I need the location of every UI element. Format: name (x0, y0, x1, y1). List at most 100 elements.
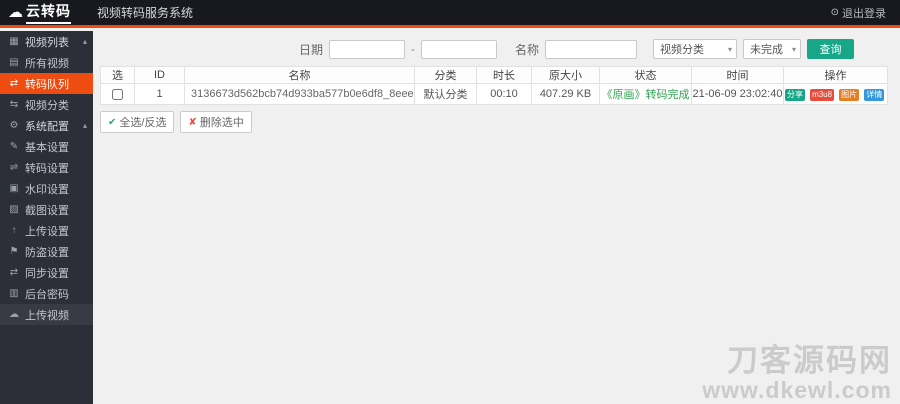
col-id: ID (134, 66, 185, 84)
results-table-wrap: 选 ID 名称 分类 时长 原大小 状态 时间 操作 1 3136673d562… (100, 66, 888, 105)
sidebar-item-watermark-settings[interactable]: ▣ 水印设置 (0, 178, 93, 199)
transcode-queue-icon: ⇄ (9, 78, 19, 89)
results-table: 选 ID 名称 分类 时长 原大小 状态 时间 操作 1 3136673d562… (100, 66, 888, 105)
sidebar-item-transcode-queue[interactable]: ⇄ 转码队列 (0, 73, 93, 94)
sidebar-item-basic-settings[interactable]: ✎ 基本设置 (0, 136, 93, 157)
flag-icon: ⚑ (9, 246, 19, 257)
row-id: 1 (134, 83, 185, 105)
category-select-value: 视频分类 (660, 44, 705, 56)
sidebar-item-label: 后台密码 (25, 288, 69, 301)
main-content: 日期 - 名称 视频分类 ▾ 未完成 ▾ 查询 选 ID 名称 分类 时长 原大… (93, 31, 900, 404)
chevron-down-icon: ▾ (792, 44, 797, 54)
col-status: 状态 (599, 66, 692, 84)
col-duration: 时长 (476, 66, 532, 84)
sidebar-item-label: 视频分类 (25, 99, 69, 112)
date-to-input[interactable] (421, 39, 498, 59)
sidebar-item-snapshot-settings[interactable]: ▨ 截图设置 (0, 199, 93, 220)
sidebar-item-label: 同步设置 (25, 267, 69, 280)
sidebar-item-label: 上传设置 (25, 225, 69, 238)
sidebar-item-antileech-settings[interactable]: ⚑ 防盗设置 (0, 241, 93, 262)
logout-button[interactable]: ⊙ 退出登录 (831, 5, 886, 21)
row-checkbox[interactable] (112, 88, 123, 100)
share-button[interactable]: 分享 (785, 88, 805, 101)
sidebar: ▦ 视频列表 ▴ ▤ 所有视频 ⇄ 转码队列 ⇆ 视频分类 ⚙ 系统配置 ▴ ✎… (0, 31, 93, 404)
image-button[interactable]: 图片 (839, 88, 860, 101)
sidebar-item-all-videos[interactable]: ▤ 所有视频 (0, 52, 93, 73)
all-videos-icon: ▤ (9, 57, 19, 68)
sidebar-item-label: 系统配置 (25, 120, 69, 133)
row-category: 默认分类 (414, 83, 477, 105)
select-all-button[interactable]: ✔ 全选/反选 (100, 111, 175, 133)
row-duration: 00:10 (476, 83, 532, 105)
cloud-upload-icon: ☁ (9, 309, 19, 320)
col-actions: 操作 (783, 66, 888, 84)
col-name: 名称 (184, 66, 415, 84)
sidebar-item-label: 截图设置 (25, 204, 69, 217)
sidebar-item-label: 视频列表 (25, 36, 69, 49)
chevron-up-icon: ▴ (82, 121, 87, 130)
table-header-row: 选 ID 名称 分类 时长 原大小 状态 时间 操作 (100, 66, 888, 84)
power-icon: ⊙ (830, 7, 839, 18)
delete-selected-label: 删除选中 (199, 117, 244, 129)
pencil-icon: ✎ (9, 141, 19, 152)
date-label: 日期 (299, 42, 324, 57)
video-list-icon: ▦ (9, 36, 19, 47)
sidebar-item-video-category[interactable]: ⇆ 视频分类 (0, 94, 93, 115)
date-range-separator: - (411, 42, 416, 56)
check-icon: ✔ (108, 116, 117, 128)
app-logo: ☁ 云转码 (0, 1, 93, 24)
row-size: 407.29 KB (531, 83, 600, 105)
delete-selected-button[interactable]: ✘ 删除选中 (180, 111, 252, 133)
col-category: 分类 (414, 66, 477, 84)
sidebar-item-label: 防盗设置 (25, 246, 69, 259)
name-search-input[interactable] (545, 39, 638, 59)
upload-icon: ↑ (11, 225, 17, 236)
row-status: 《原画》转码完成 (599, 83, 692, 105)
page-title: 视频转码服务系统 (97, 6, 194, 20)
row-name: 3136673d562bcb74d933ba577b0e6df8_8eee1ad… (184, 83, 415, 105)
watermark-settings-icon: ▣ (9, 183, 19, 194)
logo-text: 云转码 (26, 1, 71, 24)
col-size: 原大小 (531, 66, 600, 84)
sidebar-item-system-config[interactable]: ⚙ 系统配置 ▴ (0, 115, 93, 136)
sidebar-item-label: 所有视频 (25, 57, 69, 70)
sidebar-item-label: 转码设置 (25, 162, 69, 175)
top-header-bar: ☁ 云转码 视频转码服务系统 ⊙ 退出登录 (0, 0, 900, 28)
sidebar-item-label: 水印设置 (25, 183, 69, 196)
select-all-label: 全选/反选 (119, 117, 167, 129)
image-icon: ▨ (9, 204, 19, 215)
table-row: 1 3136673d562bcb74d933ba577b0e6df8_8eee1… (100, 83, 888, 105)
logout-label: 退出登录 (842, 7, 886, 20)
chevron-down-icon: ▾ (728, 44, 733, 54)
sidebar-item-sync-settings[interactable]: ⇄ 同步设置 (0, 262, 93, 283)
sync-icon: ⇄ (9, 267, 19, 278)
m3u8-button[interactable]: m3u8 (810, 88, 835, 101)
filter-bar: 日期 - 名称 视频分类 ▾ 未完成 ▾ 查询 (93, 31, 900, 66)
cloud-logo-icon: ☁ (8, 4, 23, 21)
sidebar-item-transcode-settings[interactable]: ⇌ 转码设置 (0, 157, 93, 178)
sidebar-item-label: 转码队列 (25, 78, 69, 91)
name-label: 名称 (515, 42, 540, 57)
sidebar-item-upload-video[interactable]: ☁ 上传视频 (0, 304, 93, 325)
details-button[interactable]: 详情 (864, 88, 885, 101)
date-from-input[interactable] (329, 39, 406, 59)
gear-icon: ⚙ (9, 120, 19, 131)
password-card-icon: ▥ (9, 288, 19, 299)
video-category-icon: ⇆ (9, 99, 19, 110)
sidebar-item-label: 基本设置 (25, 141, 69, 154)
sidebar-item-upload-settings[interactable]: ↑ 上传设置 (0, 220, 93, 241)
category-select[interactable]: 视频分类 ▾ (653, 39, 738, 59)
status-select-value: 未完成 (750, 44, 784, 56)
col-select: 选 (100, 66, 135, 84)
x-icon: ✘ (188, 116, 197, 128)
row-time: 21-06-09 23:02:40 (691, 83, 784, 105)
bulk-action-bar: ✔ 全选/反选 ✘ 删除选中 (100, 111, 900, 133)
status-select[interactable]: 未完成 ▾ (743, 39, 802, 59)
transcode-settings-icon: ⇌ (9, 162, 19, 173)
row-actions: 分享 m3u8 图片 详情 删除 (783, 83, 888, 105)
sidebar-item-admin-password[interactable]: ▥ 后台密码 (0, 283, 93, 304)
col-time: 时间 (691, 66, 784, 84)
chevron-up-icon: ▴ (82, 37, 87, 46)
sidebar-item-video-list[interactable]: ▦ 视频列表 ▴ (0, 31, 93, 52)
search-button[interactable]: 查询 (807, 39, 855, 59)
